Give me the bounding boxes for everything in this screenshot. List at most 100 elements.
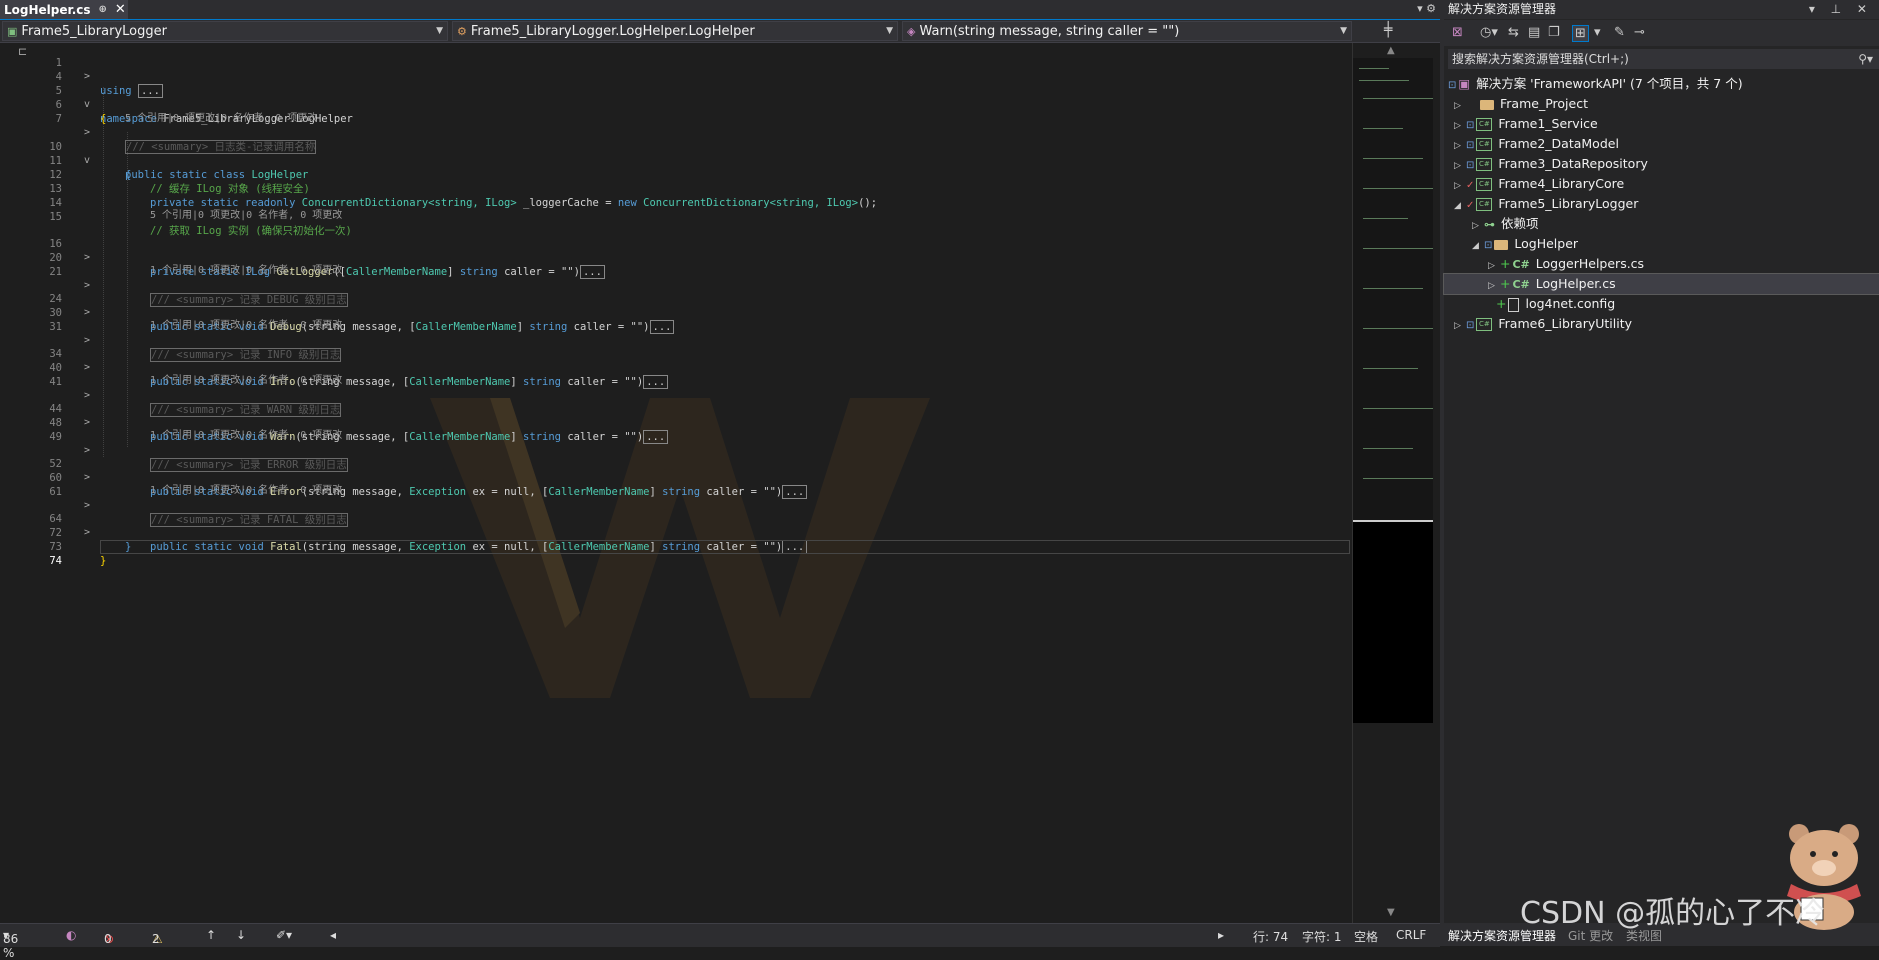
codelens[interactable]: 5 个引用|0 项更改|0 名作者, 0 项更改 xyxy=(0,210,1350,222)
solution-explorer: 解决方案资源管理器 ▾ ⊥ ✕ ⊠ ◷▾ ⇆ ▤ ❐ ⊞ ▾ ✎ ⊸ 搜索解决方… xyxy=(1440,0,1879,946)
tab-overflow-icon[interactable]: ▾ ⚙ xyxy=(1417,2,1436,15)
csharp-project-icon: C# xyxy=(1476,118,1493,131)
prev-issue-icon[interactable]: ↑ xyxy=(206,928,216,942)
next-issue-icon[interactable]: ↓ xyxy=(236,928,246,942)
tree-label: Frame2_DataModel xyxy=(1498,136,1619,151)
expand-icon[interactable]: ▷ xyxy=(1454,136,1466,156)
dropdown-icon[interactable]: ▾ xyxy=(1594,25,1601,40)
codelens[interactable]: 1 个引用|0 项更改|0 名作者, 0 项更改 xyxy=(0,320,1350,332)
expand-icon[interactable]: ▷ xyxy=(1472,216,1484,236)
tree-item-dependencies[interactable]: ▷ ⊶ 依赖项 xyxy=(1444,214,1879,234)
project-dropdown[interactable]: ▣ Frame5_LibraryLogger ▼ xyxy=(2,21,448,41)
char-indicator[interactable]: 字符: 1 xyxy=(1302,928,1342,945)
view-toggle-icon[interactable]: ⊞ xyxy=(1572,25,1589,42)
tree-label: LogHelper.cs xyxy=(1535,276,1616,291)
code-line: 11 { xyxy=(0,140,1350,181)
expand-icon[interactable]: ▷ xyxy=(1488,256,1500,276)
code-line: 60 xyxy=(0,457,1350,484)
preview-icon[interactable]: ⊸ xyxy=(1634,25,1645,40)
expand-icon[interactable]: ▷ xyxy=(1454,156,1466,176)
csharp-project-icon: C# xyxy=(1476,138,1493,151)
tab-loghelper[interactable]: LogHelper.cs ⊕ ✕ xyxy=(0,0,128,19)
zoom-dropdown[interactable]: 86 % ▾ xyxy=(3,928,18,960)
class-dropdown[interactable]: ⚙ Frame5_LibraryLogger.LogHelper.LogHelp… xyxy=(452,21,898,41)
code-editor[interactable]: ⊏ 1 > using ... 4 5 v namespace Frame5_L… xyxy=(0,43,1352,923)
expand-icon[interactable]: ▷ xyxy=(1454,176,1466,196)
brush-icon[interactable]: ✐▾ xyxy=(276,928,292,942)
tree-item-frame4[interactable]: ▷ ✓ C# Frame4_LibraryCore xyxy=(1444,174,1879,194)
codelens[interactable]: 1 个引用|0 项更改|0 名作者, 0 项更改 xyxy=(0,265,1350,277)
search-icon[interactable]: ⚲▾ xyxy=(1858,49,1873,69)
codelens-text[interactable]: 5 个引用|0 项更改|0 名作者, 0 项更改 xyxy=(150,210,342,222)
sync-icon[interactable]: ⇆ xyxy=(1508,25,1519,40)
indent-indicator[interactable]: 空格 xyxy=(1354,928,1378,945)
codelens[interactable]: 1 个引用|0 项更改|0 名作者, 0 项更改 xyxy=(0,375,1350,387)
tree-item-frame5[interactable]: ◢ ✓ C# Frame5_LibraryLogger xyxy=(1444,194,1879,214)
codelens[interactable]: 5 个引用|0 项更改|0 名作者, 0 项更改 xyxy=(0,113,1350,125)
tree-item-log4net-config[interactable]: + log4net.config xyxy=(1444,294,1879,314)
minimap-viewport[interactable] xyxy=(1353,58,1433,522)
tree-solution[interactable]: ⊡ ▣ 解决方案 'FrameworkAPI' (7 个项目，共 7 个) xyxy=(1444,74,1879,94)
scroll-down-icon[interactable]: ▼ xyxy=(1387,907,1395,918)
panel-controls[interactable]: ▾ ⊥ ✕ xyxy=(1809,0,1873,19)
config-file-icon xyxy=(1508,297,1520,312)
code-line: 48 xyxy=(0,402,1350,429)
tree-item-loghelper-cs[interactable]: ▷ + C# LogHelper.cs xyxy=(1443,273,1879,296)
tree-label: 解决方案 'FrameworkAPI' (7 个项目，共 7 个) xyxy=(1476,76,1743,91)
code-line: 72 } xyxy=(0,512,1350,553)
codelens-text[interactable]: 5 个引用|0 项更改|0 名作者, 0 项更改 xyxy=(125,113,317,125)
expand-icon[interactable]: ▷ xyxy=(1454,316,1466,336)
vs-icon[interactable]: ⊠ xyxy=(1452,25,1463,40)
tree-item-frame-project[interactable]: ▷ Frame_Project xyxy=(1444,94,1879,114)
vertical-scrollbar-minimap[interactable]: ▲ ▼ xyxy=(1352,43,1433,923)
codelens-text[interactable]: 1 个引用|0 项更改|0 名作者, 0 项更改 xyxy=(150,320,342,332)
tree-item-frame1[interactable]: ▷ ⊡ C# Frame1_Service xyxy=(1444,114,1879,134)
tree-item-loggerhelpers[interactable]: ▷ + C# LoggerHelpers.cs xyxy=(1444,254,1879,274)
added-icon: + xyxy=(1496,296,1507,311)
codelens[interactable]: 1 个引用|0 项更改|0 名作者, 0 项更改 xyxy=(0,430,1350,442)
collapse-icon[interactable]: ◢ xyxy=(1472,236,1484,256)
search-placeholder: 搜索解决方案资源管理器(Ctrl+;) xyxy=(1452,52,1629,66)
tree-item-loghelper-folder[interactable]: ◢ ⊡ LogHelper xyxy=(1444,234,1879,254)
history-icon[interactable]: ◷▾ xyxy=(1480,25,1498,40)
member-dropdown[interactable]: ◈ Warn(string message, string caller = "… xyxy=(902,21,1352,41)
solution-explorer-title-bar: 解决方案资源管理器 ▾ ⊥ ✕ xyxy=(1444,0,1879,19)
tree-label: Frame6_LibraryUtility xyxy=(1498,316,1633,331)
expand-icon[interactable]: ▷ xyxy=(1488,276,1500,296)
collapse-all-icon[interactable]: ▤ xyxy=(1528,25,1540,40)
code-line: 52 > public static void Error(string mes… xyxy=(0,443,1350,499)
code-line: 49 > /// <summary> 记录 ERROR 级别日志 xyxy=(0,416,1350,472)
scroll-right-icon[interactable]: ▸ xyxy=(1218,928,1224,942)
expand-icon[interactable]: ▷ xyxy=(1454,96,1466,116)
pin-icon[interactable]: ⊕ xyxy=(99,4,107,15)
project-dropdown-label: Frame5_LibraryLogger xyxy=(21,23,167,39)
code-line: 7 > /// <summary> 日志类-记录调用名称 xyxy=(0,98,1350,154)
brace: } xyxy=(100,555,107,567)
copilot-icon[interactable]: ◐ xyxy=(66,928,76,942)
codelens-text[interactable]: 1 个引用|0 项更改|0 名作者, 0 项更改 xyxy=(150,485,342,497)
eol-indicator[interactable]: CRLF xyxy=(1396,928,1426,942)
wrench-icon[interactable]: ✎ xyxy=(1614,25,1625,40)
collapse-icon[interactable]: ◢ xyxy=(1454,196,1466,216)
code-line: 13 private static readonly ConcurrentDic… xyxy=(0,168,1350,209)
codelens-text[interactable]: 1 个引用|0 项更改|0 名作者, 0 项更改 xyxy=(150,265,342,277)
show-all-files-icon[interactable]: ❐ xyxy=(1548,25,1560,40)
line-indicator[interactable]: 行: 74 xyxy=(1253,928,1288,945)
split-editor-icon[interactable]: ╪ xyxy=(1384,22,1392,38)
code-line: 31 > /// <summary> 记录 INFO 级别日志 xyxy=(0,306,1350,362)
lock-icon: ⊡ xyxy=(1466,120,1475,131)
tree-item-frame3[interactable]: ▷ ⊡ C# Frame3_DataRepository xyxy=(1444,154,1879,174)
close-icon[interactable]: ✕ xyxy=(115,2,126,17)
scroll-left-icon[interactable]: ◂ xyxy=(330,928,336,942)
tree-item-frame6[interactable]: ▷ ⊡ C# Frame6_LibraryUtility xyxy=(1444,314,1879,334)
codelens[interactable]: 1 个引用|0 项更改|0 名作者, 0 项更改 xyxy=(0,485,1350,497)
codelens-text[interactable]: 1 个引用|0 项更改|0 名作者, 0 项更改 xyxy=(150,430,342,442)
code-line: 41 > /// <summary> 记录 WARN 级别日志 xyxy=(0,361,1350,417)
explorer-search-input[interactable]: 搜索解决方案资源管理器(Ctrl+;) ⚲▾ xyxy=(1448,49,1879,69)
dependencies-icon: ⊶ xyxy=(1484,218,1495,231)
code-line: 20 xyxy=(0,237,1350,264)
tree-item-frame2[interactable]: ▷ ⊡ C# Frame2_DataModel xyxy=(1444,134,1879,154)
codelens-text[interactable]: 1 个引用|0 项更改|0 名作者, 0 项更改 xyxy=(150,375,342,387)
expand-icon[interactable]: ▷ xyxy=(1454,116,1466,136)
scroll-up-icon[interactable]: ▲ xyxy=(1387,45,1395,56)
